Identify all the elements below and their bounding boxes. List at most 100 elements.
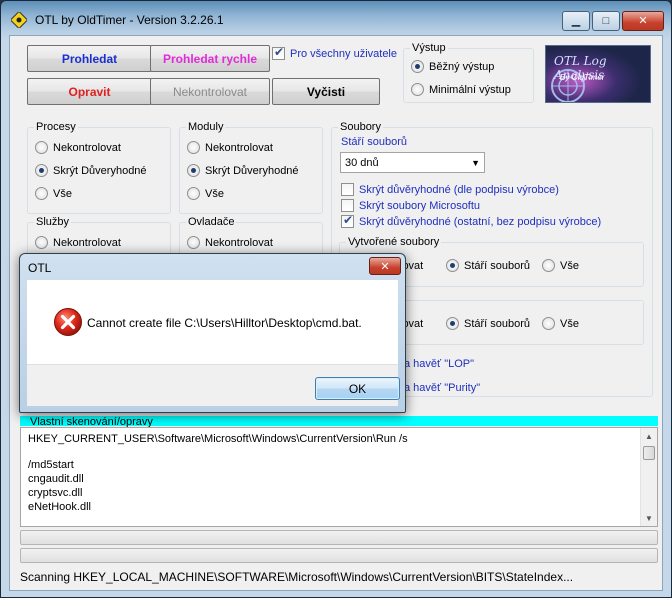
modules-radio-hide-trusted[interactable] xyxy=(187,164,200,177)
processes-radio-hide-trusted[interactable] xyxy=(35,164,48,177)
lop-link[interactable]: a havěť "LOP" xyxy=(404,358,474,370)
scan-button[interactable]: Prohledat xyxy=(27,45,152,72)
modified-files-age-radio[interactable] xyxy=(446,317,459,330)
error-dialog: OTL ✕ Cannot create file C:\Users\Hillto… xyxy=(19,253,406,413)
hide-microsoft-label: Skrýt soubory Microsoftu xyxy=(359,199,481,212)
custom-scan-line: eNetHook.dll xyxy=(28,501,91,513)
services-label-unchecked: Nekontrolovat xyxy=(53,236,121,249)
custom-scan-line: HKEY_CURRENT_USER\Software\Microsoft\Win… xyxy=(28,433,408,445)
output-group-title: Výstup xyxy=(410,42,448,54)
modules-group-title: Moduly xyxy=(186,121,226,133)
processes-radio-all[interactable] xyxy=(35,187,48,200)
modified-files-all-label: Vše xyxy=(560,317,579,330)
maximize-button[interactable]: □ xyxy=(592,11,620,31)
created-files-title: Vytvořené soubory xyxy=(346,236,442,248)
dialog-close-button[interactable]: ✕ xyxy=(369,257,401,275)
close-button[interactable]: ✕ xyxy=(622,11,664,31)
processes-group: Procesy Nekontrolovat Skrýt Důveryhodné … xyxy=(27,121,171,214)
hide-trusted-signature-option[interactable]: Skrýt důvěryhodné (dle podpisu výrobce) xyxy=(341,183,559,196)
processes-label-all: Vše xyxy=(53,187,72,200)
scan-progress-bar xyxy=(20,530,658,545)
modified-files-all-radio[interactable] xyxy=(542,317,555,330)
dialog-message: Cannot create file C:\Users\Hilltor\Desk… xyxy=(87,316,362,330)
modules-radio-unchecked[interactable] xyxy=(187,141,200,154)
otl-log-analysis-banner[interactable]: OTL Log Analysis By OldTimer xyxy=(545,45,651,103)
output-minimal-option[interactable]: Minimální výstup xyxy=(411,83,511,96)
dropdown-arrow-icon: ▼ xyxy=(471,157,480,168)
services-group-title: Služby xyxy=(34,216,72,228)
custom-scan-line: cryptsvc.dll xyxy=(28,487,83,499)
otl-app-icon xyxy=(11,12,27,28)
file-age-value: 30 dnů xyxy=(345,156,379,169)
drivers-radio-unchecked[interactable] xyxy=(187,236,200,249)
ok-button[interactable]: OK xyxy=(315,377,400,400)
drivers-option-unchecked[interactable]: Nekontrolovat xyxy=(187,236,273,249)
modules-label-unchecked: Nekontrolovat xyxy=(205,141,273,154)
purity-link[interactable]: a havěť "Purity" xyxy=(404,382,480,394)
modified-files-all-option[interactable]: Vše xyxy=(542,317,579,330)
processes-option-all[interactable]: Vše xyxy=(35,187,72,200)
hide-trusted-other-option[interactable]: Skrýt důvěryhodné (ostatní, bez podpisu … xyxy=(341,213,602,228)
created-files-age-radio[interactable] xyxy=(446,259,459,272)
created-files-age-label: Stáří souborů xyxy=(464,259,531,272)
all-users-checkbox[interactable] xyxy=(272,45,285,60)
output-minimal-radio[interactable] xyxy=(411,83,424,96)
modified-files-age-option[interactable]: Stáří souborů xyxy=(446,317,530,330)
fix-button[interactable]: Opravit xyxy=(27,78,152,105)
error-icon xyxy=(54,308,82,336)
processes-option-unchecked[interactable]: Nekontrolovat xyxy=(35,141,121,154)
output-standard-radio[interactable] xyxy=(411,60,424,73)
title-bar[interactable]: OTL by OldTimer - Version 3.2.26.1 ▁ □ ✕ xyxy=(1,1,671,35)
modules-option-unchecked[interactable]: Nekontrolovat xyxy=(187,141,273,154)
hide-trusted-other-label: Skrýt důvěryhodné (ostatní, bez podpisu … xyxy=(359,215,602,228)
custom-scan-label: Vlastní skenování/opravy xyxy=(20,416,658,428)
created-files-age-option[interactable]: Stáří souborů xyxy=(446,259,530,272)
created-files-all-option[interactable]: Vše xyxy=(542,259,579,272)
unchecked-button[interactable]: Nekontrolovat xyxy=(150,78,270,105)
file-age-link[interactable]: Stáří souborů xyxy=(341,136,407,148)
drivers-label-unchecked: Nekontrolovat xyxy=(205,236,273,249)
modules-radio-all[interactable] xyxy=(187,187,200,200)
scroll-up-icon[interactable]: ▲ xyxy=(641,428,657,444)
processes-radio-unchecked[interactable] xyxy=(35,141,48,154)
modules-label-all: Vše xyxy=(205,187,224,200)
status-text: Scanning HKEY_LOCAL_MACHINE\SOFTWARE\Mic… xyxy=(20,570,574,584)
secondary-progress-bar xyxy=(20,548,658,563)
modified-files-age-label: Stáří souborů xyxy=(464,317,531,330)
hide-trusted-other-checkbox[interactable] xyxy=(341,213,354,228)
services-option-unchecked[interactable]: Nekontrolovat xyxy=(35,236,121,249)
scroll-down-icon[interactable]: ▼ xyxy=(641,510,657,526)
minimize-button[interactable]: ▁ xyxy=(562,11,590,31)
file-age-select[interactable]: 30 dnů ▼ xyxy=(340,152,485,173)
hide-trusted-signature-checkbox[interactable] xyxy=(341,183,354,196)
modules-label-hide-trusted: Skrýt Důveryhodné xyxy=(205,164,299,177)
files-group-title: Soubory xyxy=(338,121,383,133)
processes-label-unchecked: Nekontrolovat xyxy=(53,141,121,154)
hide-microsoft-checkbox[interactable] xyxy=(341,199,354,212)
window-title: OTL by OldTimer - Version 3.2.26.1 xyxy=(35,13,224,27)
hide-microsoft-option[interactable]: Skrýt soubory Microsoftu xyxy=(341,199,480,212)
processes-group-title: Procesy xyxy=(34,121,78,133)
output-standard-option[interactable]: Běžný výstup xyxy=(411,60,494,73)
banner-subtitle: By OldTimer xyxy=(560,73,605,82)
custom-scan-scrollbar[interactable]: ▲ ▼ xyxy=(640,428,657,526)
clear-button[interactable]: Vyčisti xyxy=(272,78,380,105)
dialog-title: OTL xyxy=(28,261,52,275)
modules-option-hide-trusted[interactable]: Skrýt Důveryhodné xyxy=(187,164,299,177)
close-icon: ✕ xyxy=(638,14,648,27)
created-files-all-radio[interactable] xyxy=(542,259,555,272)
all-users-label: Pro všechny uživatele xyxy=(290,47,397,60)
drivers-group-title: Ovladače xyxy=(186,216,237,228)
custom-scan-line: cngaudit.dll xyxy=(28,473,84,485)
services-radio-unchecked[interactable] xyxy=(35,236,48,249)
modules-option-all[interactable]: Vše xyxy=(187,187,224,200)
scroll-thumb[interactable] xyxy=(643,446,655,460)
all-users-option[interactable]: Pro všechny uživatele xyxy=(272,45,397,60)
processes-option-hide-trusted[interactable]: Skrýt Důveryhodné xyxy=(35,164,147,177)
custom-scan-line: /md5start xyxy=(28,459,74,471)
custom-scan-textarea[interactable]: HKEY_CURRENT_USER\Software\Microsoft\Win… xyxy=(20,427,658,527)
quick-scan-button[interactable]: Prohledat rychle xyxy=(150,45,270,72)
output-group: Výstup Běžný výstup Minimální výstup xyxy=(403,42,534,103)
minimize-icon: ▁ xyxy=(571,14,581,27)
dialog-body: Cannot create file C:\Users\Hilltor\Desk… xyxy=(27,280,398,364)
